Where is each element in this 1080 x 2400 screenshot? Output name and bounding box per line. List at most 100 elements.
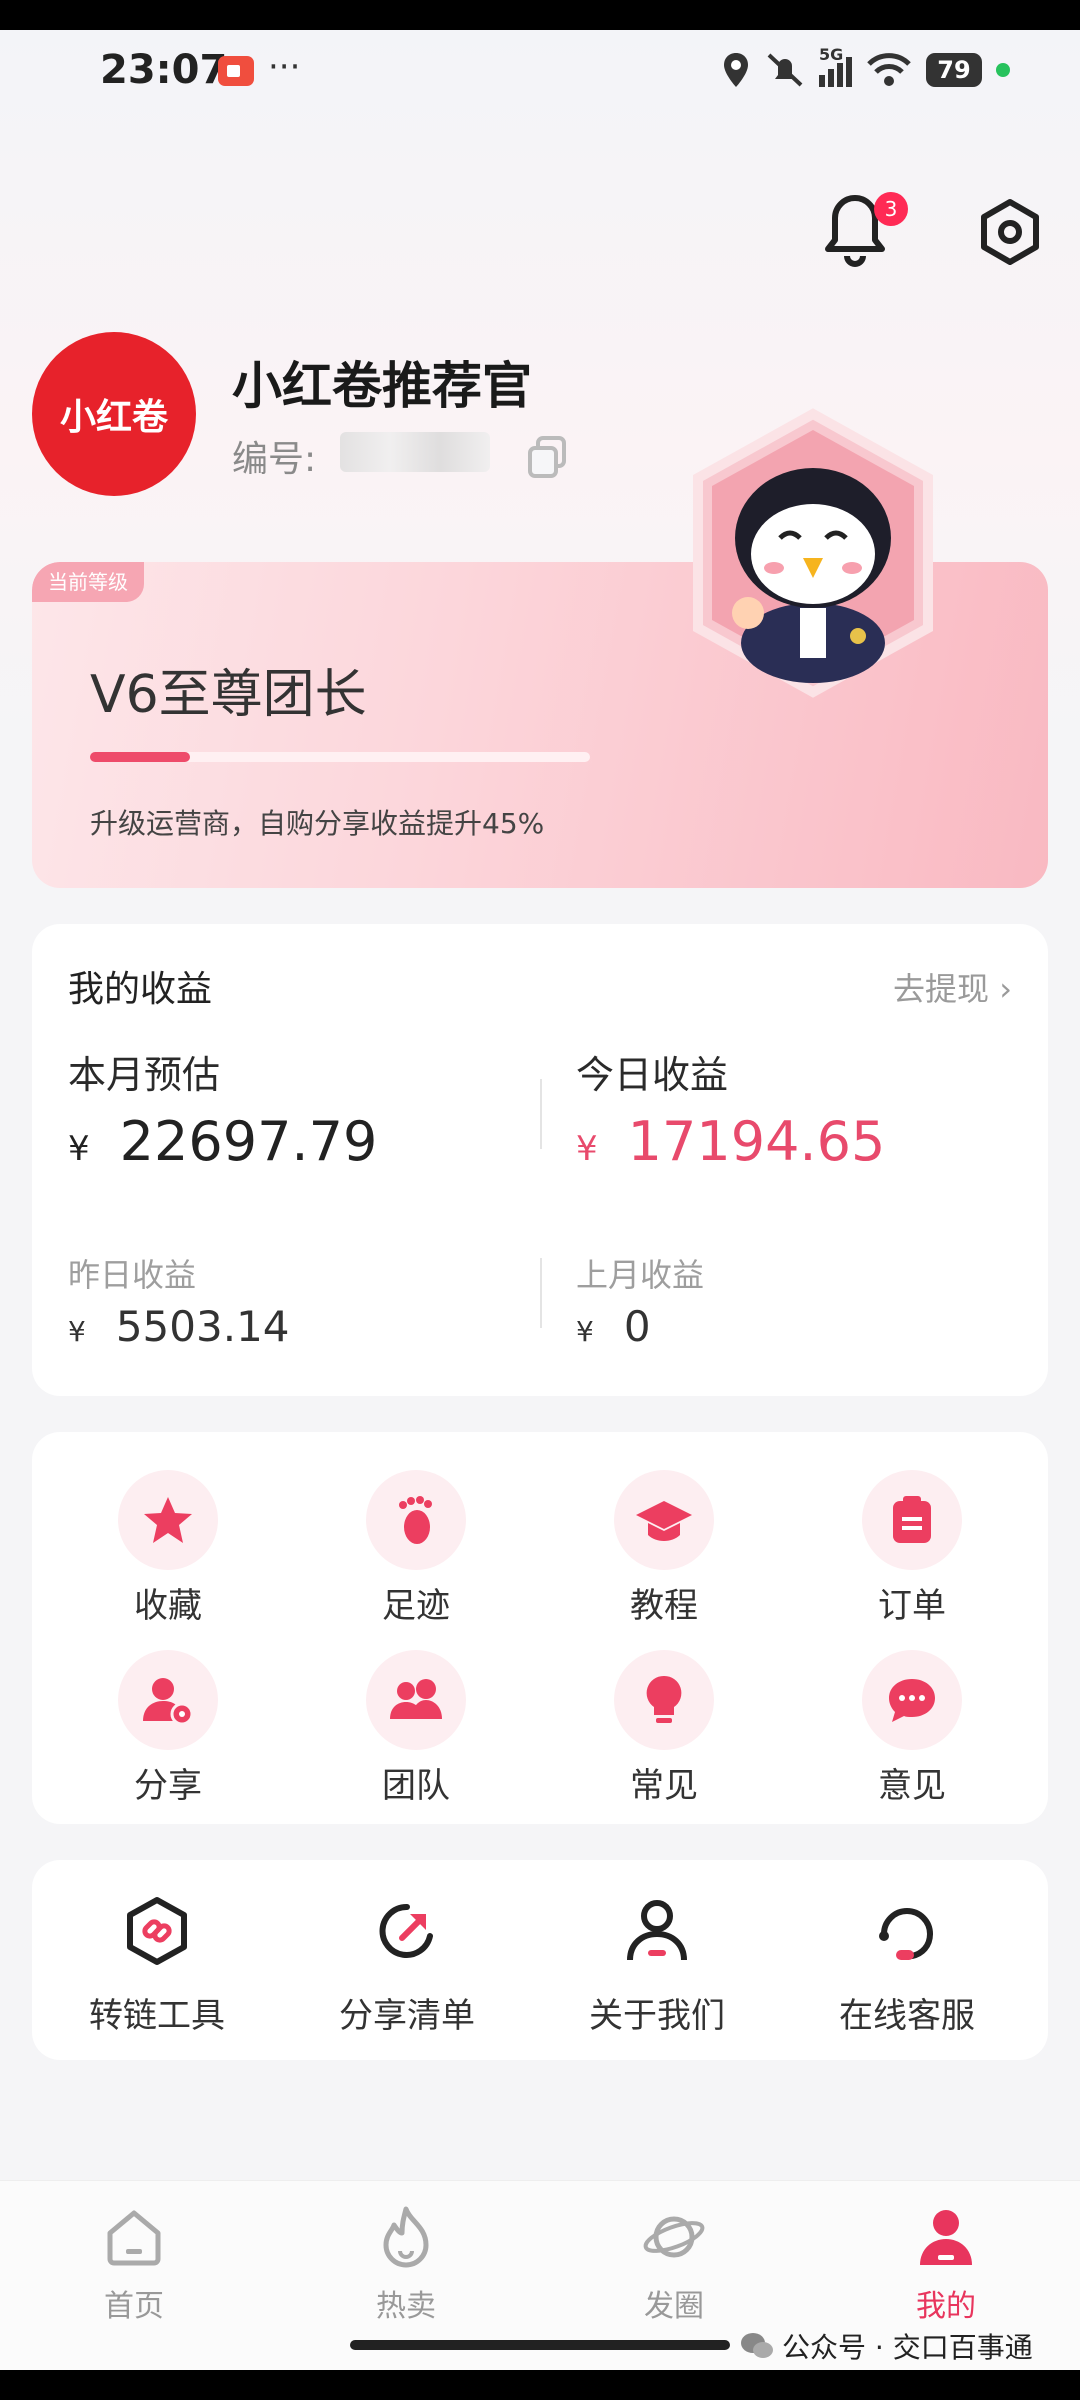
level-progress-bar [90,752,590,762]
month-estimate-amount: 22697.79 [119,1110,378,1173]
last-month-amount: 0 [623,1302,651,1351]
grid-item-faq[interactable]: 常见 [574,1650,754,1810]
profile-id-label: 编号: [232,439,317,480]
grid-item-label: 团队 [382,1766,450,1806]
today-value: ¥17194.65 [576,1110,885,1173]
tool-share-list[interactable]: 分享清单 [282,1896,532,2037]
status-bar: 23:07 ··· 5G 79 [0,40,1080,100]
grid-item-label: 教程 [630,1586,698,1626]
yesterday-label: 昨日收益 [68,1256,197,1294]
tool-label: 转链工具 [89,1996,225,2036]
star-icon [144,1497,192,1543]
level-tag: 当前等级 [32,562,144,602]
screen-record-icon [218,56,254,86]
grid-item-label: 足迹 [382,1586,450,1626]
level-progress-fill [90,752,190,762]
feature-grid-card: 收藏 足迹 教程 订单 分享 团队 常见 意见 [32,1432,1048,1824]
home-indicator[interactable] [350,2340,730,2350]
mute-icon [767,53,803,87]
graduation-cap-icon [636,1501,692,1541]
currency-symbol: ¥ [576,1315,594,1348]
profile-name: 小红卷推荐官 [232,357,532,415]
grid-item-favorites[interactable]: 收藏 [78,1470,258,1630]
last-month-value: ¥0 [576,1302,651,1351]
planet-icon [643,2216,705,2258]
watermark-text: 公众号 · 交口百事通 [782,2331,1033,2364]
grid-item-label: 订单 [878,1586,946,1626]
today-label: 今日收益 [576,1053,729,1097]
month-estimate-label: 本月预估 [68,1053,221,1097]
currency-symbol: ¥ [68,1315,86,1348]
grid-item-footprints[interactable]: 足迹 [326,1470,506,1630]
lightbulb-icon [646,1675,682,1723]
bottom-bezel [0,2370,1080,2400]
avatar[interactable]: 小红卷 [32,332,196,496]
signal-icon: 5G [819,45,852,87]
tab-moments[interactable]: 发圈 [594,2205,754,2325]
tab-label: 首页 [104,2289,164,2324]
tab-hot[interactable]: 热卖 [326,2205,486,2325]
notification-badge: 3 [874,192,908,226]
withdraw-link[interactable]: 去提现 › [893,964,1012,1010]
wifi-icon [867,53,911,86]
level-description: 升级运营商，自购分享收益提升45% [90,807,545,840]
settings-icon[interactable] [976,198,1044,266]
tab-label: 我的 [916,2289,976,2324]
currency-symbol: ¥ [576,1129,598,1169]
footprint-icon [399,1496,432,1544]
location-icon [724,53,748,87]
flame-icon [383,2206,429,2268]
grid-item-orders[interactable]: 订单 [822,1470,1002,1630]
today-amount: 17194.65 [627,1110,886,1173]
tools-card: 转链工具 分享清单 关于我们 在线客服 [32,1860,1048,2060]
tab-label: 发圈 [644,2289,704,2324]
link-icon [127,1897,187,1965]
month-estimate-value: ¥22697.79 [68,1110,377,1173]
grid-item-share[interactable]: 分享 [78,1650,258,1810]
grid-item-label: 收藏 [134,1586,202,1626]
earnings-card: 我的收益 去提现 › 本月预估 ¥22697.79 今日收益 ¥17194.65… [32,924,1048,1396]
earnings-title: 我的收益 [68,969,213,1010]
tool-label: 在线客服 [839,1996,975,2036]
earnings-divider [540,1258,542,1328]
tool-online-support[interactable]: 在线客服 [782,1896,1032,2037]
last-month-label: 上月收益 [576,1256,705,1294]
tool-label: 关于我们 [589,1996,725,2036]
grid-item-tutorials[interactable]: 教程 [574,1470,754,1630]
headset-icon [879,1908,933,1960]
home-icon [107,2210,161,2266]
privacy-dot [996,63,1010,77]
network-type: 5G [819,45,844,64]
grid-item-label: 意见 [878,1766,946,1806]
team-icon [390,1679,442,1719]
user-icon [627,1900,687,1961]
level-name: V6至尊团长 [90,665,367,725]
wechat-icon [741,2333,773,2358]
share-list-icon [379,1903,433,1958]
tab-home[interactable]: 首页 [54,2205,214,2325]
tab-mine[interactable]: 我的 [866,2205,1026,2325]
battery-level: 79 [926,53,982,87]
status-icons: 5G 79 [721,45,1010,90]
tab-label: 热卖 [376,2289,436,2324]
share-user-icon [143,1678,194,1726]
yesterday-value: ¥5503.14 [68,1302,290,1351]
order-icon [893,1496,931,1543]
profile-icon [920,2210,972,2265]
grid-item-label: 分享 [134,1766,202,1806]
earnings-divider [540,1079,542,1149]
watermark: 公众号 · 交口百事通 [740,2326,1033,2366]
grid-item-feedback[interactable]: 意见 [822,1650,1002,1810]
copy-icon[interactable] [524,434,570,480]
status-dots: ··· [268,47,301,87]
currency-symbol: ¥ [68,1129,90,1169]
grid-item-team[interactable]: 团队 [326,1650,506,1810]
tool-link-converter[interactable]: 转链工具 [32,1896,282,2037]
status-time: 23:07 [100,47,228,93]
tool-about-us[interactable]: 关于我们 [532,1896,782,2037]
tool-label: 分享清单 [339,1996,475,2036]
profile-id-redacted [340,432,490,472]
grid-item-label: 常见 [630,1766,698,1806]
penguin-mascot-badge [693,408,933,698]
yesterday-amount: 5503.14 [115,1302,290,1351]
